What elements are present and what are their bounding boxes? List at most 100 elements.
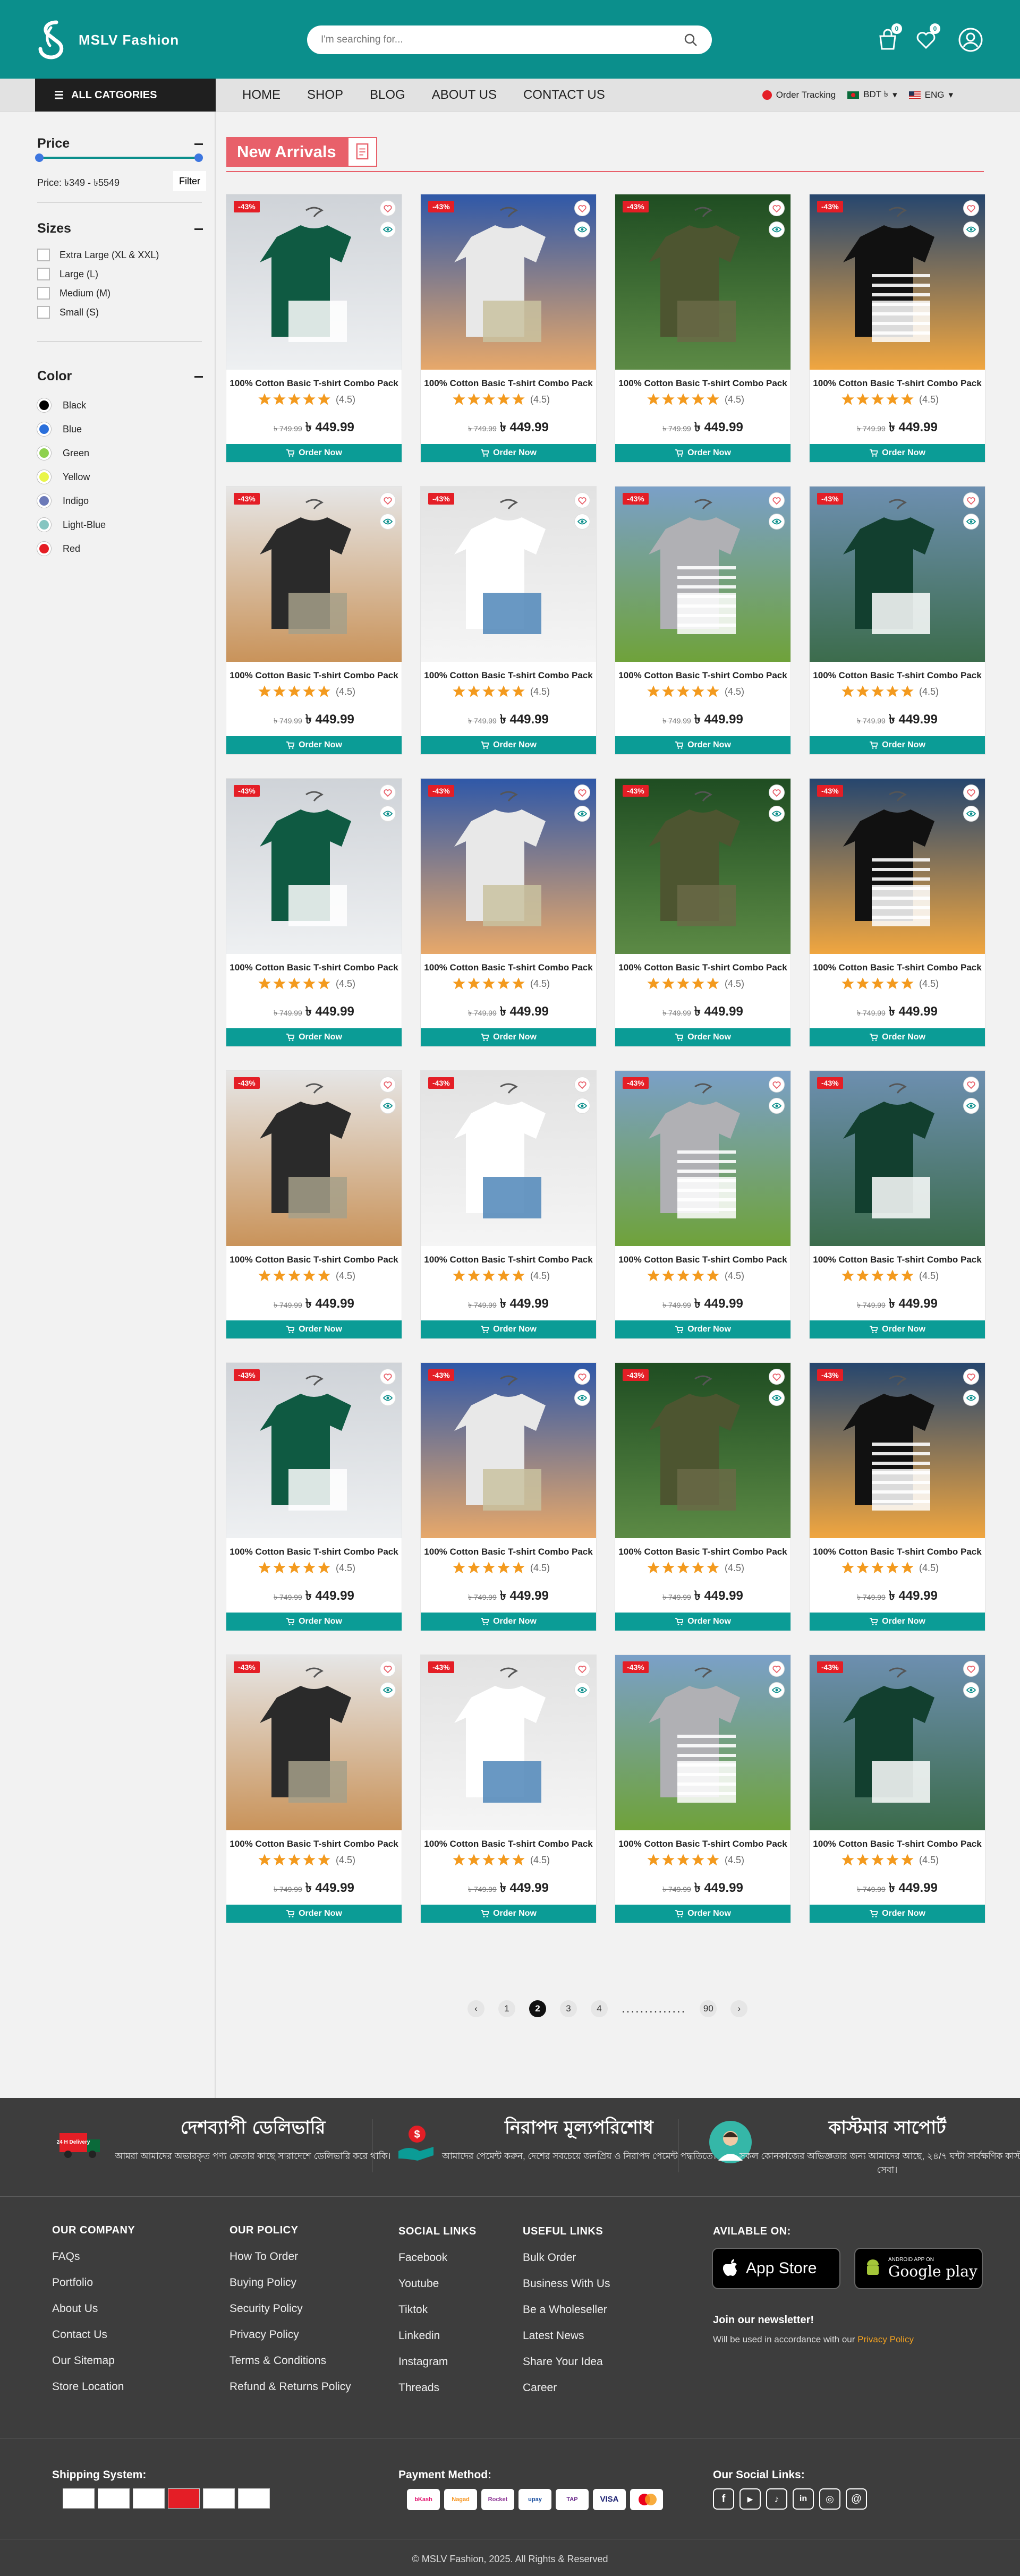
quick-view-button[interactable] — [575, 1391, 590, 1405]
order-now-button[interactable]: Order Now — [421, 1028, 596, 1046]
color-option[interactable]: Blue — [37, 422, 82, 436]
nav-blog[interactable]: BLOG — [370, 88, 405, 103]
quick-view-button[interactable] — [769, 222, 784, 237]
product-card[interactable]: -43% 100% Cotton Basic T-shirt Combo Pack… — [810, 1655, 985, 1923]
wishlist-toggle[interactable] — [964, 1661, 979, 1676]
order-now-button[interactable]: Order Now — [810, 1613, 985, 1631]
color-swatch[interactable] — [37, 518, 51, 532]
product-image[interactable] — [421, 487, 596, 662]
product-image[interactable] — [615, 1655, 790, 1830]
product-image[interactable] — [810, 1363, 985, 1538]
product-title[interactable]: 100% Cotton Basic T-shirt Combo Pack — [615, 1547, 790, 1557]
product-title[interactable]: 100% Cotton Basic T-shirt Combo Pack — [226, 1255, 402, 1265]
product-card[interactable]: -43% 100% Cotton Basic T-shirt Combo Pack… — [615, 1071, 790, 1338]
filter-button[interactable]: Filter — [173, 171, 206, 191]
product-title[interactable]: 100% Cotton Basic T-shirt Combo Pack — [226, 670, 402, 681]
product-title[interactable]: 100% Cotton Basic T-shirt Combo Pack — [615, 1255, 790, 1265]
product-card[interactable]: -43% 100% Cotton Basic T-shirt Combo Pack… — [810, 487, 985, 754]
size-option[interactable]: Extra Large (XL & XXL) — [37, 249, 159, 261]
wishlist-toggle[interactable] — [769, 1661, 784, 1676]
product-card[interactable]: -43% 100% Cotton Basic T-shirt Combo Pack… — [226, 1655, 402, 1923]
wishlist-toggle[interactable] — [380, 1661, 395, 1676]
footer-link[interactable]: Contact Us — [52, 2328, 135, 2341]
checkbox[interactable] — [37, 287, 50, 300]
color-swatch[interactable] — [37, 422, 51, 436]
footer-link[interactable]: Buying Policy — [230, 2276, 351, 2289]
product-image[interactable] — [810, 487, 985, 662]
color-swatch[interactable] — [37, 494, 51, 508]
wishlist-toggle[interactable] — [380, 785, 395, 800]
product-title[interactable]: 100% Cotton Basic T-shirt Combo Pack — [226, 1547, 402, 1557]
tiktok-icon[interactable]: ♪ — [766, 2488, 787, 2510]
product-card[interactable]: -43% 100% Cotton Basic T-shirt Combo Pack… — [226, 1363, 402, 1631]
product-image[interactable] — [226, 1363, 402, 1538]
wishlist-toggle[interactable] — [575, 1077, 590, 1092]
product-image[interactable] — [421, 1071, 596, 1246]
threads-icon[interactable]: @ — [846, 2488, 867, 2510]
order-now-button[interactable]: Order Now — [615, 736, 790, 754]
page-1[interactable]: 1 — [498, 2000, 515, 2017]
checkbox[interactable] — [37, 249, 50, 261]
wishlist-toggle[interactable] — [769, 201, 784, 216]
product-image[interactable] — [615, 779, 790, 954]
product-card[interactable]: -43% 100% Cotton Basic T-shirt Combo Pack… — [810, 1071, 985, 1338]
product-card[interactable]: -43% 100% Cotton Basic T-shirt Combo Pack… — [615, 779, 790, 1046]
product-title[interactable]: 100% Cotton Basic T-shirt Combo Pack — [615, 962, 790, 973]
order-now-button[interactable]: Order Now — [810, 444, 985, 462]
product-card[interactable]: -43% 100% Cotton Basic T-shirt Combo Pack… — [615, 1655, 790, 1923]
product-title[interactable]: 100% Cotton Basic T-shirt Combo Pack — [421, 962, 596, 973]
order-now-button[interactable]: Order Now — [421, 444, 596, 462]
product-image[interactable] — [615, 1363, 790, 1538]
product-image[interactable] — [421, 194, 596, 370]
nav-about-us[interactable]: ABOUT US — [432, 88, 497, 103]
wishlist-toggle[interactable] — [575, 785, 590, 800]
product-title[interactable]: 100% Cotton Basic T-shirt Combo Pack — [421, 670, 596, 681]
product-card[interactable]: -43% 100% Cotton Basic T-shirt Combo Pack… — [421, 1655, 596, 1923]
wishlist-toggle[interactable] — [380, 201, 395, 216]
footer-link[interactable]: Refund & Returns Policy — [230, 2381, 351, 2393]
footer-link[interactable]: Tiktok — [398, 2304, 477, 2316]
account-button[interactable] — [957, 27, 984, 53]
product-title[interactable]: 100% Cotton Basic T-shirt Combo Pack — [810, 1839, 985, 1849]
wishlist-toggle[interactable] — [380, 493, 395, 508]
footer-link[interactable]: Linkedin — [398, 2330, 477, 2342]
order-now-button[interactable]: Order Now — [615, 1320, 790, 1338]
quick-view-button[interactable] — [964, 806, 979, 821]
product-image[interactable] — [421, 1655, 596, 1830]
facebook-icon[interactable]: f — [713, 2488, 734, 2510]
price-min-handle[interactable] — [35, 153, 44, 162]
size-option[interactable]: Small (S) — [37, 306, 99, 319]
order-now-button[interactable]: Order Now — [226, 736, 402, 754]
wishlist-toggle[interactable] — [380, 1369, 395, 1384]
product-card[interactable]: -43% 100% Cotton Basic T-shirt Combo Pack… — [421, 194, 596, 462]
price-range-slider[interactable] — [35, 153, 203, 162]
order-now-button[interactable]: Order Now — [810, 1028, 985, 1046]
color-option[interactable]: Light-Blue — [37, 518, 106, 532]
product-card[interactable]: -43% 100% Cotton Basic T-shirt Combo Pack… — [810, 1363, 985, 1631]
footer-link[interactable]: Security Policy — [230, 2302, 351, 2315]
product-image[interactable] — [810, 1071, 985, 1246]
product-card[interactable]: -43% 100% Cotton Basic T-shirt Combo Pack… — [615, 194, 790, 462]
order-now-button[interactable]: Order Now — [615, 1028, 790, 1046]
quick-view-button[interactable] — [575, 222, 590, 237]
product-title[interactable]: 100% Cotton Basic T-shirt Combo Pack — [615, 670, 790, 681]
quick-view-button[interactable] — [575, 514, 590, 529]
footer-link[interactable]: Store Location — [52, 2381, 135, 2393]
color-option[interactable]: Black — [37, 398, 86, 412]
color-option[interactable]: Red — [37, 542, 80, 556]
color-option[interactable]: Yellow — [37, 470, 90, 484]
quick-view-button[interactable] — [380, 514, 395, 529]
product-card[interactable]: -43% 100% Cotton Basic T-shirt Combo Pack… — [421, 1363, 596, 1631]
product-title[interactable]: 100% Cotton Basic T-shirt Combo Pack — [810, 670, 985, 681]
footer-link[interactable]: FAQs — [52, 2250, 135, 2263]
nav-home[interactable]: HOME — [242, 88, 280, 103]
order-now-button[interactable]: Order Now — [226, 1028, 402, 1046]
collapse-icon[interactable] — [194, 376, 203, 378]
footer-link[interactable]: Bulk Order — [523, 2251, 610, 2264]
product-title[interactable]: 100% Cotton Basic T-shirt Combo Pack — [421, 1255, 596, 1265]
product-card[interactable]: -43% 100% Cotton Basic T-shirt Combo Pack… — [615, 487, 790, 754]
footer-link[interactable]: Threads — [398, 2382, 477, 2394]
product-image[interactable] — [226, 1071, 402, 1246]
size-option[interactable]: Medium (M) — [37, 287, 110, 300]
footer-link[interactable]: Our Sitemap — [52, 2355, 135, 2367]
